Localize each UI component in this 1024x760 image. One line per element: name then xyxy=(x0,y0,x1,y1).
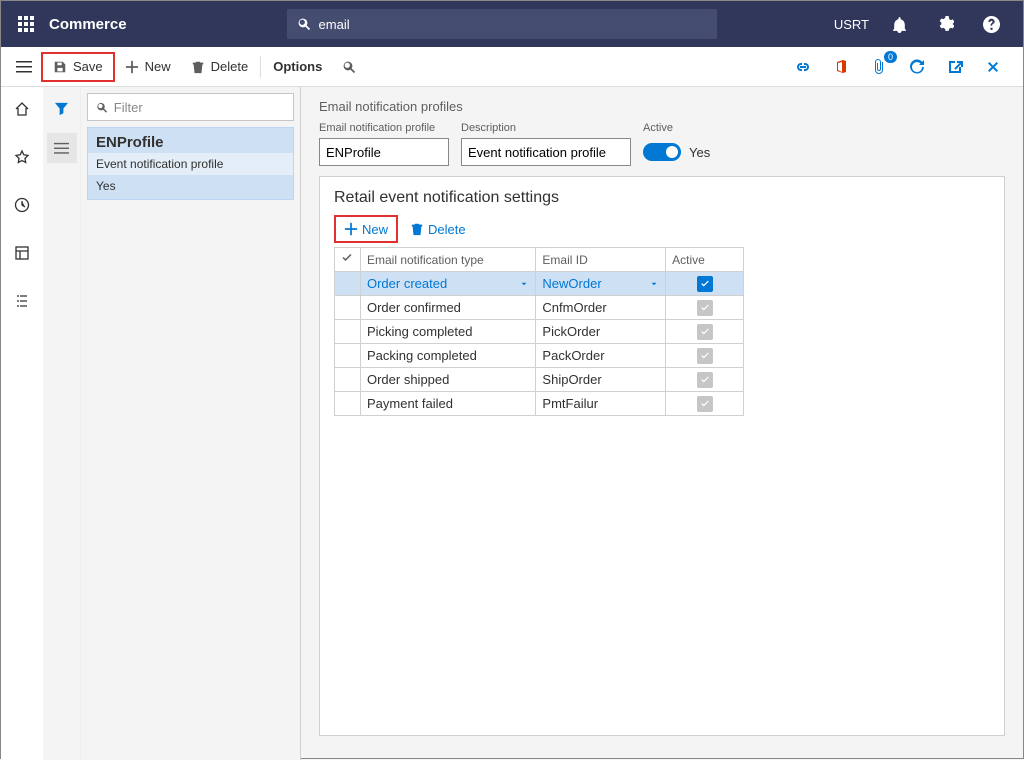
active-label: Active xyxy=(643,122,710,134)
list-filter-input[interactable] xyxy=(114,100,285,115)
modules-icon[interactable] xyxy=(6,285,38,317)
row-select[interactable] xyxy=(335,320,361,344)
row-active[interactable] xyxy=(666,272,744,296)
save-label: Save xyxy=(73,59,103,74)
panel-new-button[interactable]: New xyxy=(334,215,398,243)
row-email[interactable]: PmtFailur xyxy=(536,392,666,416)
row-active[interactable] xyxy=(666,392,744,416)
active-text: Yes xyxy=(689,145,710,160)
row-email[interactable]: PickOrder xyxy=(536,320,666,344)
close-icon[interactable] xyxy=(979,53,1007,81)
search-icon xyxy=(96,101,108,114)
top-header: Commerce USRT xyxy=(1,1,1023,47)
col-email[interactable]: Email ID xyxy=(536,248,666,272)
filter-icon[interactable] xyxy=(47,93,77,123)
row-type[interactable]: Order confirmed xyxy=(360,296,535,320)
trash-icon xyxy=(410,222,424,236)
help-icon[interactable] xyxy=(975,8,1007,40)
row-select[interactable] xyxy=(335,272,361,296)
row-active[interactable] xyxy=(666,296,744,320)
attachments-icon[interactable]: 0 xyxy=(865,53,893,81)
delete-label: Delete xyxy=(211,59,249,74)
recent-icon[interactable] xyxy=(6,189,38,221)
row-type[interactable]: Order shipped xyxy=(360,368,535,392)
row-select[interactable] xyxy=(335,296,361,320)
attachments-badge: 0 xyxy=(884,51,897,63)
save-icon xyxy=(53,60,67,74)
settings-panel: Retail event notification settings New D… xyxy=(319,176,1005,736)
col-type[interactable]: Email notification type xyxy=(360,248,535,272)
favorites-icon[interactable] xyxy=(6,141,38,173)
row-type[interactable]: Packing completed xyxy=(360,344,535,368)
row-type[interactable]: Order created xyxy=(360,272,535,296)
col-select[interactable] xyxy=(335,248,361,272)
row-active[interactable] xyxy=(666,320,744,344)
nav-toggle-icon[interactable] xyxy=(7,50,41,84)
row-email[interactable]: PackOrder xyxy=(536,344,666,368)
row-select[interactable] xyxy=(335,368,361,392)
link-icon[interactable] xyxy=(789,53,817,81)
divider xyxy=(260,56,261,78)
global-search-input[interactable] xyxy=(319,17,707,32)
row-select[interactable] xyxy=(335,392,361,416)
list-item-title: ENProfile xyxy=(88,128,293,153)
settings-grid: Email notification type Email ID Active … xyxy=(334,247,744,416)
row-email[interactable]: CnfmOrder xyxy=(536,296,666,320)
app-title: Commerce xyxy=(49,16,127,33)
page-title: Email notification profiles xyxy=(319,99,1005,114)
plus-icon xyxy=(125,60,139,74)
description-label: Description xyxy=(461,122,631,134)
list-pane: ENProfile Event notification profile Yes xyxy=(43,87,301,760)
list-item[interactable]: ENProfile Event notification profile Yes xyxy=(87,127,294,200)
user-code[interactable]: USRT xyxy=(834,17,869,32)
row-email[interactable]: NewOrder xyxy=(536,272,666,296)
col-active[interactable]: Active xyxy=(666,248,744,272)
panel-delete-button[interactable]: Delete xyxy=(402,215,474,243)
content-area: Email notification profiles Email notifi… xyxy=(301,87,1023,760)
table-row[interactable]: Picking completedPickOrder xyxy=(335,320,744,344)
profile-input[interactable] xyxy=(319,138,449,166)
nav-rail xyxy=(1,87,43,760)
profile-label: Email notification profile xyxy=(319,122,449,134)
table-row[interactable]: Packing completedPackOrder xyxy=(335,344,744,368)
global-search[interactable] xyxy=(287,9,717,39)
description-input[interactable] xyxy=(461,138,631,166)
office-icon[interactable] xyxy=(827,53,855,81)
table-row[interactable]: Order confirmedCnfmOrder xyxy=(335,296,744,320)
row-active[interactable] xyxy=(666,344,744,368)
list-item-subtitle: Event notification profile xyxy=(88,153,293,175)
home-icon[interactable] xyxy=(6,93,38,125)
row-active[interactable] xyxy=(666,368,744,392)
save-button[interactable]: Save xyxy=(41,52,115,82)
list-view-icon[interactable] xyxy=(47,133,77,163)
new-label: New xyxy=(145,59,171,74)
row-select[interactable] xyxy=(335,344,361,368)
row-type[interactable]: Payment failed xyxy=(360,392,535,416)
new-button[interactable]: New xyxy=(115,52,181,82)
table-row[interactable]: Payment failedPmtFailur xyxy=(335,392,744,416)
table-row[interactable]: Order shippedShipOrder xyxy=(335,368,744,392)
list-filter[interactable] xyxy=(87,93,294,121)
command-bar: Save New Delete Options 0 xyxy=(1,47,1023,87)
panel-title: Retail event notification settings xyxy=(334,189,990,207)
trash-icon xyxy=(191,60,205,74)
active-toggle[interactable] xyxy=(643,143,681,161)
list-item-line3: Yes xyxy=(88,175,293,199)
find-button[interactable] xyxy=(332,52,366,82)
notifications-icon[interactable] xyxy=(883,8,915,40)
refresh-icon[interactable] xyxy=(903,53,931,81)
row-email[interactable]: ShipOrder xyxy=(536,368,666,392)
plus-icon xyxy=(344,222,358,236)
row-type[interactable]: Picking completed xyxy=(360,320,535,344)
delete-button[interactable]: Delete xyxy=(181,52,259,82)
workspaces-icon[interactable] xyxy=(6,237,38,269)
app-launcher-icon[interactable] xyxy=(9,7,43,41)
search-icon xyxy=(342,60,356,74)
table-row[interactable]: Order createdNewOrder xyxy=(335,272,744,296)
options-button[interactable]: Options xyxy=(263,52,332,82)
settings-icon[interactable] xyxy=(929,8,961,40)
popout-icon[interactable] xyxy=(941,53,969,81)
